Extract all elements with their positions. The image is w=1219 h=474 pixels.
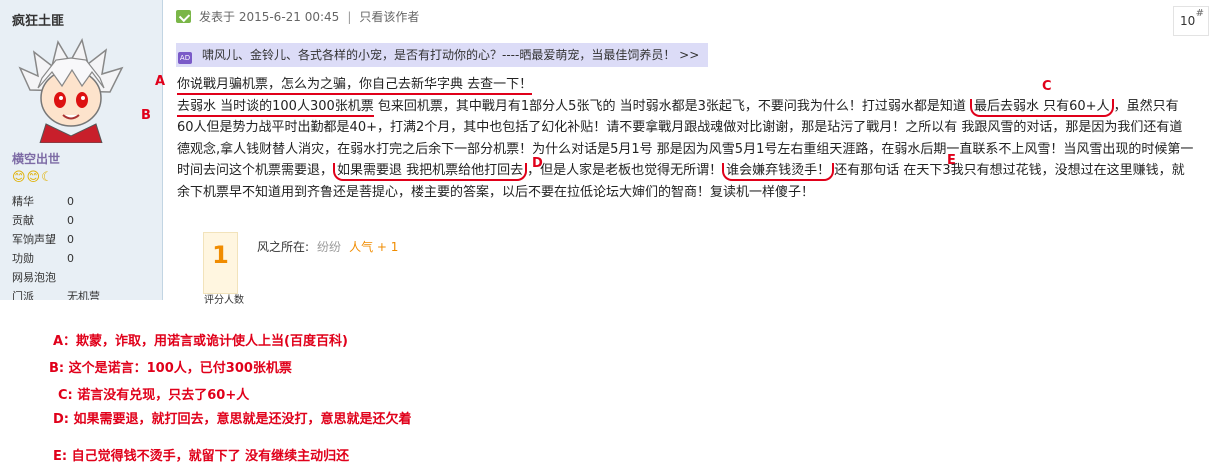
underline-a: 你说戰月骗机票，怎么为之骗，你自己去新华字典 去查一下！ — [177, 77, 533, 95]
underline-b: 去弱水 当时谈的100人300张机票 — [177, 98, 374, 117]
underline-d: 如果需要退 我把机票给他打回去 — [333, 163, 528, 181]
floor-number[interactable]: 10 # — [1173, 6, 1209, 36]
stat-value: 0 — [67, 233, 74, 246]
rating-count-box[interactable]: 1 评分人数 — [203, 232, 244, 306]
ad-icon: AD — [178, 52, 192, 64]
post-paragraph-1: 你说戰月骗机票，怎么为之骗，你自己去新华字典 去查一下！ — [177, 74, 1195, 96]
stat-label: 精华 — [12, 195, 34, 208]
stat-label: 网易泡泡 — [12, 271, 56, 284]
floor-number-value: 10 — [1180, 14, 1196, 28]
annotation-b: B: 这个是诺言：100人，已付300张机票 — [49, 361, 292, 376]
stat-row: 贡献 0 — [12, 211, 100, 230]
post-paragraph-2: 去弱水 当时谈的100人300张机票 包来回机票，其中戰月有1部分人5张飞的 当… — [177, 96, 1195, 204]
stat-label: 功勋 — [12, 252, 34, 265]
rating-entry: 风之所在: 纷纷 人气 + 1 — [257, 238, 398, 255]
stat-row: 功勋 0 — [12, 249, 100, 268]
annotation-a: A：欺蒙，诈取，用诺言或诡计使人上当(百度百科) — [53, 334, 348, 349]
stat-value: 0 — [67, 195, 74, 208]
ad-banner[interactable]: AD 啸风儿、金铃儿、各式各样的小宠，是否有打动你的心？----晒最爱萌宠，当最佳… — [176, 43, 708, 67]
stat-label: 贡献 — [12, 214, 34, 227]
rating-popularity: 人气 + 1 — [349, 240, 399, 254]
rank-stars-icon: 😊😊☾ — [12, 170, 54, 185]
rating-user[interactable]: 纷纷 — [317, 240, 341, 254]
stat-value: 0 — [67, 214, 74, 227]
only-author-link[interactable]: 只看该作者 — [359, 10, 419, 24]
post-main: 发表于 2015-6-21 00:45 | 只看该作者 10 # AD 啸风儿、金铃儿… — [141, 0, 1219, 306]
underline-c: 最后去弱水 只有60+人 — [969, 98, 1114, 117]
underline-e: 谁会嫌弃钱烫手！ — [722, 163, 835, 181]
post-content: 你说戰月骗机票，怎么为之骗，你自己去新华字典 去查一下！ 去弱水 当时谈的100… — [177, 74, 1195, 203]
author-rank: 横空出世 — [12, 152, 61, 166]
stat-row: 精华 0 — [12, 192, 100, 211]
rating-label: 风之所在: — [257, 240, 310, 254]
rating-count: 1 — [212, 241, 229, 269]
post-status-icon — [176, 10, 191, 23]
stat-row: 门派 无机营 — [12, 287, 100, 300]
ad-banner-text: 啸风儿、金铃儿、各式各样的小宠，是否有打动你的心？----晒最爱萌宠，当最佳饲养… — [202, 48, 700, 62]
author-stats: 精华 0 贡献 0 军饷声望 0 功勋 0 网易泡泡 门派 无机营 — [12, 192, 100, 300]
marker-b: B — [141, 108, 151, 123]
stat-row: 军饷声望 0 — [12, 230, 100, 249]
post-time: 发表于 2015-6-21 00:45 — [199, 10, 340, 24]
annotation-c: C: 诺言没有兑现，只去了60+人 — [58, 388, 250, 403]
post-text: 包来回机票，其中戰月有1部分人5张飞的 当时弱水都是3张起飞，不要问我为什么！打… — [373, 98, 970, 114]
stat-value: 0 — [67, 252, 74, 265]
post-header: 发表于 2015-6-21 00:45 | 只看该作者 — [176, 8, 419, 25]
rating-count-label: 评分人数 — [204, 295, 244, 306]
marker-a: A — [155, 74, 166, 89]
annotation-d: D: 如果需要退，就打回去，意思就是还没打，意思就是还欠着 — [53, 412, 412, 427]
annotation-e: E: 自己觉得钱不烫手，就留下了 没有继续主动归还 — [53, 449, 350, 464]
author-name[interactable]: 疯狂土匪 — [12, 10, 64, 29]
post-text: ，但是人家是老板也觉得无所谓！ — [527, 163, 723, 178]
header-separator: | — [347, 10, 352, 24]
stat-value[interactable]: 无机营 — [67, 290, 100, 300]
stat-label: 军饷声望 — [12, 233, 56, 246]
stat-row: 网易泡泡 — [12, 268, 100, 287]
avatar[interactable] — [16, 38, 126, 143]
floor-hash: # — [1195, 8, 1204, 19]
author-sidebar: 疯狂土匪 横空出世 😊😊☾ 精华 0 贡献 0 军饷声望 0 功勋 0 网易泡泡 门派 无… — [0, 0, 163, 300]
stat-label: 门派 — [12, 290, 34, 300]
